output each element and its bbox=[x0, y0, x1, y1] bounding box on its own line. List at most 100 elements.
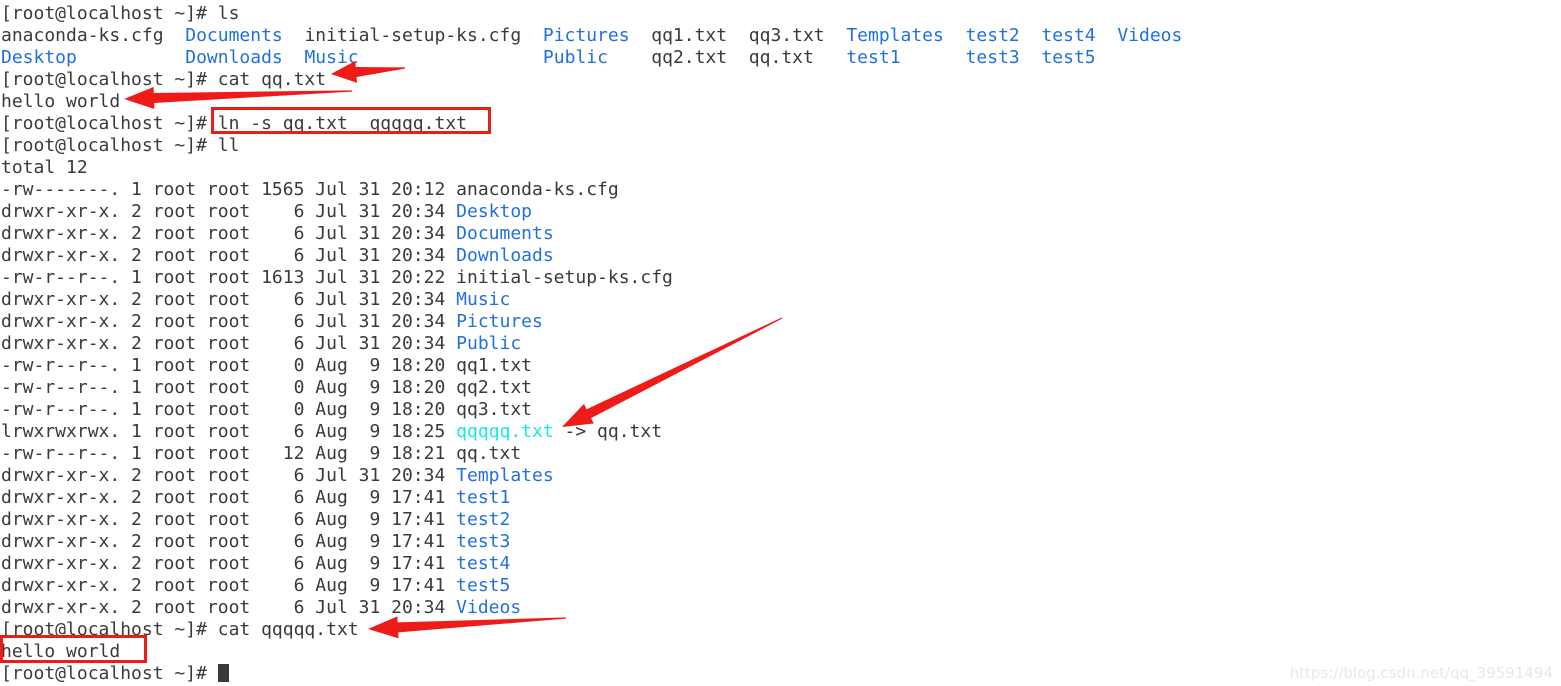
terminal-text-cmd-ls-0: [root@localhost ~]# ls bbox=[1, 3, 240, 24]
terminal-line-ll-test3: drwxr-xr-x. 2 root root 6 Aug 9 17:41 te… bbox=[0, 531, 1561, 553]
terminal-line-ll-test5: drwxr-xr-x. 2 root root 6 Aug 9 17:41 te… bbox=[0, 575, 1561, 597]
terminal-text-ll-total-0: total 12 bbox=[1, 157, 88, 178]
terminal-text-ls-row-1-2: initial-setup-ks.cfg bbox=[282, 25, 543, 46]
terminal-text-ll-qq3-0: -rw-r--r--. 1 root root 0 Aug 9 18:20 qq… bbox=[1, 399, 533, 420]
terminal-text-ll-test2-1: test2 bbox=[456, 509, 511, 530]
terminal-text-ls-row-1-10 bbox=[1096, 25, 1118, 46]
terminal-text-ll-downloads-0: drwxr-xr-x. 2 root root 6 Jul 31 20:34 bbox=[1, 245, 457, 266]
terminal-text-ll-documents-0: drwxr-xr-x. 2 root root 6 Jul 31 20:34 bbox=[1, 223, 457, 244]
terminal-text-ls-row-2-2: Downloads bbox=[185, 47, 283, 68]
terminal-text-ll-documents-1: Documents bbox=[456, 223, 554, 244]
terminal-text-ll-test1-0: drwxr-xr-x. 2 root root 6 Aug 9 17:41 bbox=[1, 487, 457, 508]
terminal-text-ll-downloads-1: Downloads bbox=[456, 245, 554, 266]
terminal-line-ll-music: drwxr-xr-x. 2 root root 6 Jul 31 20:34 M… bbox=[0, 289, 1561, 311]
terminal-text-ll-qq2-0: -rw-r--r--. 1 root root 0 Aug 9 18:20 qq… bbox=[1, 377, 533, 398]
terminal-cursor[interactable] bbox=[217, 664, 229, 682]
terminal-text-ll-music-1: Music bbox=[456, 289, 511, 310]
terminal-text-ls-row-2-0: Desktop bbox=[1, 47, 77, 68]
terminal-line-ll-test2: drwxr-xr-x. 2 root root 6 Aug 9 17:41 te… bbox=[0, 509, 1561, 531]
terminal-line-ll-public: drwxr-xr-x. 2 root root 6 Jul 31 20:34 P… bbox=[0, 333, 1561, 355]
terminal-text-ll-qq-0: -rw-r--r--. 1 root root 12 Aug 9 18:21 q… bbox=[1, 443, 522, 464]
terminal-text-ll-videos-0: drwxr-xr-x. 2 root root 6 Jul 31 20:34 bbox=[1, 597, 457, 618]
terminal-text-ll-test1-1: test1 bbox=[456, 487, 511, 508]
terminal-line-ll-qqqqq-symlink: lrwxrwxrwx. 1 root root 6 Aug 9 18:25 qq… bbox=[0, 421, 1561, 443]
terminal-text-ll-test3-0: drwxr-xr-x. 2 root root 6 Aug 9 17:41 bbox=[1, 531, 457, 552]
terminal-line-ll-total: total 12 bbox=[0, 157, 1561, 179]
terminal-text-ls-row-2-10: test3 bbox=[965, 47, 1020, 68]
terminal-text-ll-music-0: drwxr-xr-x. 2 root root 6 Jul 31 20:34 bbox=[1, 289, 457, 310]
terminal-line-ll-qq: -rw-r--r--. 1 root root 12 Aug 9 18:21 q… bbox=[0, 443, 1561, 465]
terminal-text-ll-anaconda-0: -rw-------. 1 root root 1565 Jul 31 20:1… bbox=[1, 179, 619, 200]
terminal-text-ll-desktop-1: Desktop bbox=[456, 201, 533, 222]
terminal-line-ll-pictures: drwxr-xr-x. 2 root root 6 Jul 31 20:34 P… bbox=[0, 311, 1561, 333]
terminal-screenshot: [root@localhost ~]# ls anaconda-ks.cfg Do… bbox=[0, 0, 1561, 686]
terminal-text-ls-row-2-11 bbox=[1020, 47, 1042, 68]
terminal-text-ll-videos-1: Videos bbox=[456, 597, 522, 618]
terminal-text-ls-row-2-5 bbox=[359, 47, 543, 68]
terminal-text-ls-row-1-4: qq1.txt qq3.txt bbox=[629, 25, 847, 46]
terminal-line-ls-row-1: anaconda-ks.cfg Documents initial-setup-… bbox=[0, 25, 1561, 47]
terminal-text-ls-row-1-6 bbox=[944, 25, 966, 46]
terminal-line-cmd-ls: [root@localhost ~]# ls bbox=[0, 3, 1561, 25]
terminal-text-ls-row-1-7: test2 bbox=[965, 25, 1020, 46]
terminal-text-ls-row-1-11: Videos bbox=[1117, 25, 1183, 46]
terminal-text-ll-test4-0: drwxr-xr-x. 2 root root 6 Aug 9 17:41 bbox=[1, 553, 457, 574]
terminal-output-area[interactable]: [root@localhost ~]# ls anaconda-ks.cfg Do… bbox=[0, 0, 1561, 686]
terminal-text-ll-test5-0: drwxr-xr-x. 2 root root 6 Aug 9 17:41 bbox=[1, 575, 457, 596]
terminal-line-out-hello-1: hello world bbox=[0, 91, 1561, 113]
terminal-line-out-hello-2: hello world bbox=[0, 641, 1561, 663]
terminal-text-ls-row-2-6: Public bbox=[542, 47, 608, 68]
terminal-text-ll-pictures-1: Pictures bbox=[456, 311, 543, 332]
terminal-line-ll-downloads: drwxr-xr-x. 2 root root 6 Jul 31 20:34 D… bbox=[0, 245, 1561, 267]
terminal-text-ls-row-2-12: test5 bbox=[1041, 47, 1096, 68]
terminal-text-ll-qqqqq-symlink-2: -> qq.txt bbox=[553, 421, 663, 442]
terminal-text-ls-row-2-9 bbox=[901, 47, 966, 68]
terminal-text-ll-test2-0: drwxr-xr-x. 2 root root 6 Aug 9 17:41 bbox=[1, 509, 457, 530]
terminal-line-ll-documents: drwxr-xr-x. 2 root root 6 Jul 31 20:34 D… bbox=[0, 223, 1561, 245]
terminal-text-ll-qqqqq-symlink-0: lrwxrwxrwx. 1 root root 6 Aug 9 18:25 bbox=[1, 421, 457, 442]
terminal-text-ls-row-2-3 bbox=[283, 47, 305, 68]
terminal-line-cmd-cat-qq: [root@localhost ~]# cat qq.txt bbox=[0, 69, 1561, 91]
terminal-text-ls-row-2-8: test1 bbox=[846, 47, 901, 68]
terminal-text-ls-row-1-1: Documents bbox=[185, 25, 283, 46]
terminal-line-ll-videos: drwxr-xr-x. 2 root root 6 Jul 31 20:34 V… bbox=[0, 597, 1561, 619]
terminal-line-ll-desktop: drwxr-xr-x. 2 root root 6 Jul 31 20:34 D… bbox=[0, 201, 1561, 223]
terminal-text-out-hello-1-0: hello world bbox=[1, 91, 121, 112]
terminal-text-ll-desktop-0: drwxr-xr-x. 2 root root 6 Jul 31 20:34 bbox=[1, 201, 457, 222]
terminal-text-ll-test5-1: test5 bbox=[456, 575, 511, 596]
terminal-line-ll-templates: drwxr-xr-x. 2 root root 6 Jul 31 20:34 T… bbox=[0, 465, 1561, 487]
terminal-text-ls-row-2-7: qq2.txt qq.txt bbox=[607, 47, 847, 68]
terminal-text-cmd-ln-s-0: [root@localhost ~]# ln -s qq.txt qqqqq.t… bbox=[1, 113, 467, 134]
terminal-text-ll-public-0: drwxr-xr-x. 2 root root 6 Jul 31 20:34 bbox=[1, 333, 457, 354]
terminal-text-ll-templates-0: drwxr-xr-x. 2 root root 6 Jul 31 20:34 bbox=[1, 465, 457, 486]
terminal-text-ll-qq1-0: -rw-r--r--. 1 root root 0 Aug 9 18:20 qq… bbox=[1, 355, 533, 376]
terminal-text-ll-initial-setup-0: -rw-r--r--. 1 root root 1613 Jul 31 20:2… bbox=[1, 267, 673, 288]
terminal-line-ll-qq1: -rw-r--r--. 1 root root 0 Aug 9 18:20 qq… bbox=[0, 355, 1561, 377]
terminal-text-ls-row-1-0: anaconda-ks.cfg bbox=[1, 25, 186, 46]
terminal-text-ls-row-1-3: Pictures bbox=[542, 25, 630, 46]
terminal-text-ls-row-2-1 bbox=[77, 47, 185, 68]
terminal-text-cmd-ll-0: [root@localhost ~]# ll bbox=[1, 135, 240, 156]
terminal-text-ls-row-2-4: Music bbox=[304, 47, 359, 68]
terminal-text-cmd-final-prompt-0: [root@localhost ~]# bbox=[1, 663, 218, 684]
terminal-text-ll-templates-1: Templates bbox=[456, 465, 554, 486]
terminal-text-ls-row-1-8 bbox=[1020, 25, 1042, 46]
terminal-line-cmd-cat-qqqqq: [root@localhost ~]# cat qqqqq.txt bbox=[0, 619, 1561, 641]
terminal-text-ll-test4-1: test4 bbox=[456, 553, 511, 574]
watermark-text: https://blog.csdn.net/qq_39591494 bbox=[1289, 664, 1553, 682]
terminal-line-ll-initial-setup: -rw-r--r--. 1 root root 1613 Jul 31 20:2… bbox=[0, 267, 1561, 289]
terminal-text-cmd-cat-qq-0: [root@localhost ~]# cat qq.txt bbox=[1, 69, 327, 90]
terminal-text-ls-row-1-5: Templates bbox=[846, 25, 944, 46]
terminal-text-ll-pictures-0: drwxr-xr-x. 2 root root 6 Jul 31 20:34 bbox=[1, 311, 457, 332]
terminal-line-cmd-ln-s: [root@localhost ~]# ln -s qq.txt qqqqq.t… bbox=[0, 113, 1561, 135]
terminal-line-ll-qq2: -rw-r--r--. 1 root root 0 Aug 9 18:20 qq… bbox=[0, 377, 1561, 399]
terminal-text-cmd-cat-qqqqq-0: [root@localhost ~]# cat qqqqq.txt bbox=[1, 619, 359, 640]
terminal-text-out-hello-2-0: hello world bbox=[1, 641, 121, 662]
terminal-line-ll-test1: drwxr-xr-x. 2 root root 6 Aug 9 17:41 te… bbox=[0, 487, 1561, 509]
terminal-line-ll-anaconda: -rw-------. 1 root root 1565 Jul 31 20:1… bbox=[0, 179, 1561, 201]
terminal-text-ll-qqqqq-symlink-1: qqqqq.txt bbox=[456, 421, 554, 442]
terminal-line-cmd-ll: [root@localhost ~]# ll bbox=[0, 135, 1561, 157]
terminal-line-ls-row-2: Desktop Downloads Music Public qq2.txt q… bbox=[0, 47, 1561, 69]
terminal-text-ll-public-1: Public bbox=[456, 333, 522, 354]
terminal-text-ll-test3-1: test3 bbox=[456, 531, 511, 552]
